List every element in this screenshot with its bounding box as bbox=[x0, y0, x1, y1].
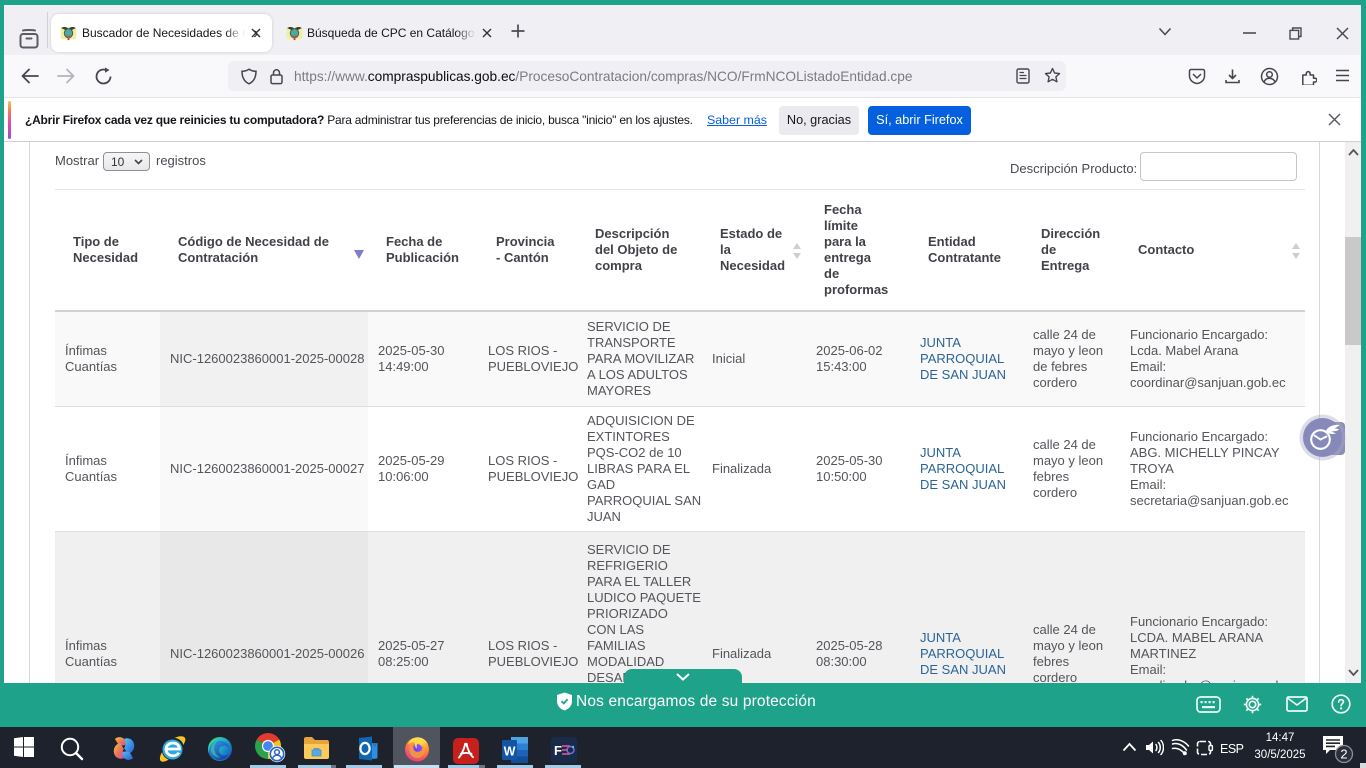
svg-text:F: F bbox=[554, 743, 562, 758]
svg-text:W: W bbox=[504, 745, 516, 759]
svg-text:2: 2 bbox=[1340, 747, 1347, 762]
